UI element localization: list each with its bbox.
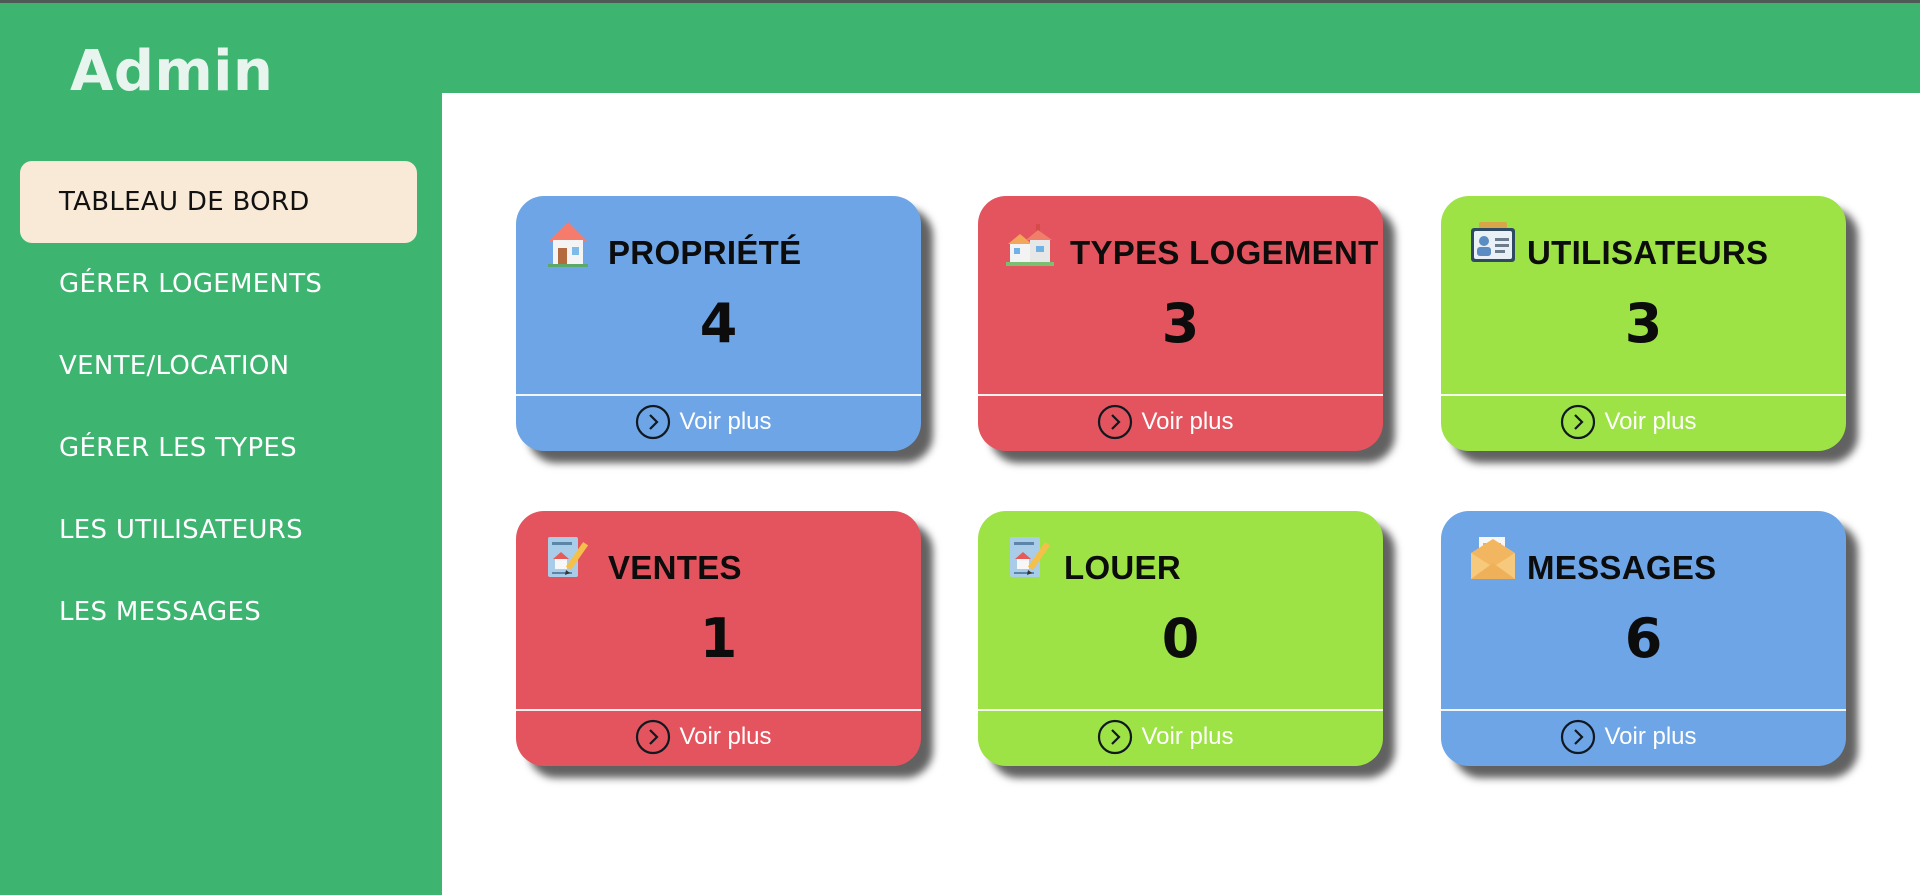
see-more-label: Voir plus — [679, 723, 772, 750]
house-icon — [548, 222, 588, 267]
chevron-right-circle-icon — [1098, 719, 1133, 755]
card-count: 4 — [699, 292, 738, 355]
card-count: 6 — [1624, 607, 1663, 670]
sidebar-item-messages[interactable]: LES MESSAGES — [20, 571, 417, 653]
card-title: TYPES LOGEMENT — [1070, 234, 1379, 271]
contract-icon — [1010, 537, 1051, 577]
brand-title: Admin — [70, 39, 274, 104]
card-header: VENTES — [516, 511, 921, 601]
see-more-link[interactable]: Voir plus — [978, 717, 1383, 757]
card-count: 0 — [1161, 607, 1200, 670]
houses-icon — [1006, 224, 1054, 266]
sidebar-item-manage-housing[interactable]: GÉRER LOGEMENTS — [20, 243, 417, 325]
sidebar-item-sale-rental[interactable]: VENTE/LOCATION — [20, 325, 417, 407]
see-more-link[interactable]: Voir plus — [1441, 717, 1846, 757]
contract-icon — [548, 537, 589, 577]
see-more-label: Voir plus — [679, 408, 772, 435]
card-title: VENTES — [608, 549, 742, 586]
card-messages: MESSAGES 6 Voir plus — [1441, 511, 1846, 766]
see-more-link[interactable]: Voir plus — [516, 402, 921, 442]
card-header: LOUER — [978, 511, 1383, 601]
see-more-link[interactable]: Voir plus — [1441, 402, 1846, 442]
sidebar: Admin TABLEAU DE BORD GÉRER LOGEMENTS VE… — [0, 3, 442, 895]
card-title: UTILISATEURS — [1527, 234, 1769, 271]
envelope-icon — [1471, 537, 1515, 579]
sidebar-item-dashboard[interactable]: TABLEAU DE BORD — [20, 161, 417, 243]
chevron-right-circle-icon — [636, 404, 671, 440]
card-housing-types: TYPES LOGEMENT 3 Voir plus — [978, 196, 1383, 451]
card-count: 3 — [1624, 292, 1663, 355]
card-title: MESSAGES — [1527, 549, 1717, 586]
card-title: LOUER — [1064, 549, 1181, 586]
see-more-label: Voir plus — [1141, 723, 1234, 750]
card-sales: VENTES 1 Voir plus — [516, 511, 921, 766]
see-more-label: Voir plus — [1141, 408, 1234, 435]
see-more-label: Voir plus — [1604, 723, 1697, 750]
card-count: 3 — [1161, 292, 1200, 355]
card-divider — [516, 709, 921, 711]
card-rentals: LOUER 0 Voir plus — [978, 511, 1383, 766]
chevron-right-circle-icon — [1561, 719, 1596, 755]
card-count: 1 — [699, 607, 738, 670]
card-divider — [516, 394, 921, 396]
card-divider — [1441, 394, 1846, 396]
card-header: TYPES LOGEMENT — [978, 196, 1383, 286]
see-more-link[interactable]: Voir plus — [978, 402, 1383, 442]
card-users: UTILISATEURS 3 Voir plus — [1441, 196, 1846, 451]
card-title: PROPRIÉTÉ — [608, 234, 802, 271]
card-divider — [978, 394, 1383, 396]
card-divider — [978, 709, 1383, 711]
chevron-right-circle-icon — [636, 719, 671, 755]
card-header: UTILISATEURS — [1441, 196, 1846, 286]
see-more-label: Voir plus — [1604, 408, 1697, 435]
card-properties: PROPRIÉTÉ 4 Voir plus — [516, 196, 921, 451]
card-header: MESSAGES — [1441, 511, 1846, 601]
id-card-icon — [1471, 222, 1515, 262]
see-more-link[interactable]: Voir plus — [516, 717, 921, 757]
sidebar-item-users[interactable]: LES UTILISATEURS — [20, 489, 417, 571]
card-header: PROPRIÉTÉ — [516, 196, 921, 286]
sidebar-nav: TABLEAU DE BORD GÉRER LOGEMENTS VENTE/LO… — [20, 161, 417, 653]
sidebar-item-manage-types[interactable]: GÉRER LES TYPES — [20, 407, 417, 489]
chevron-right-circle-icon — [1561, 404, 1596, 440]
card-divider — [1441, 709, 1846, 711]
chevron-right-circle-icon — [1098, 404, 1133, 440]
